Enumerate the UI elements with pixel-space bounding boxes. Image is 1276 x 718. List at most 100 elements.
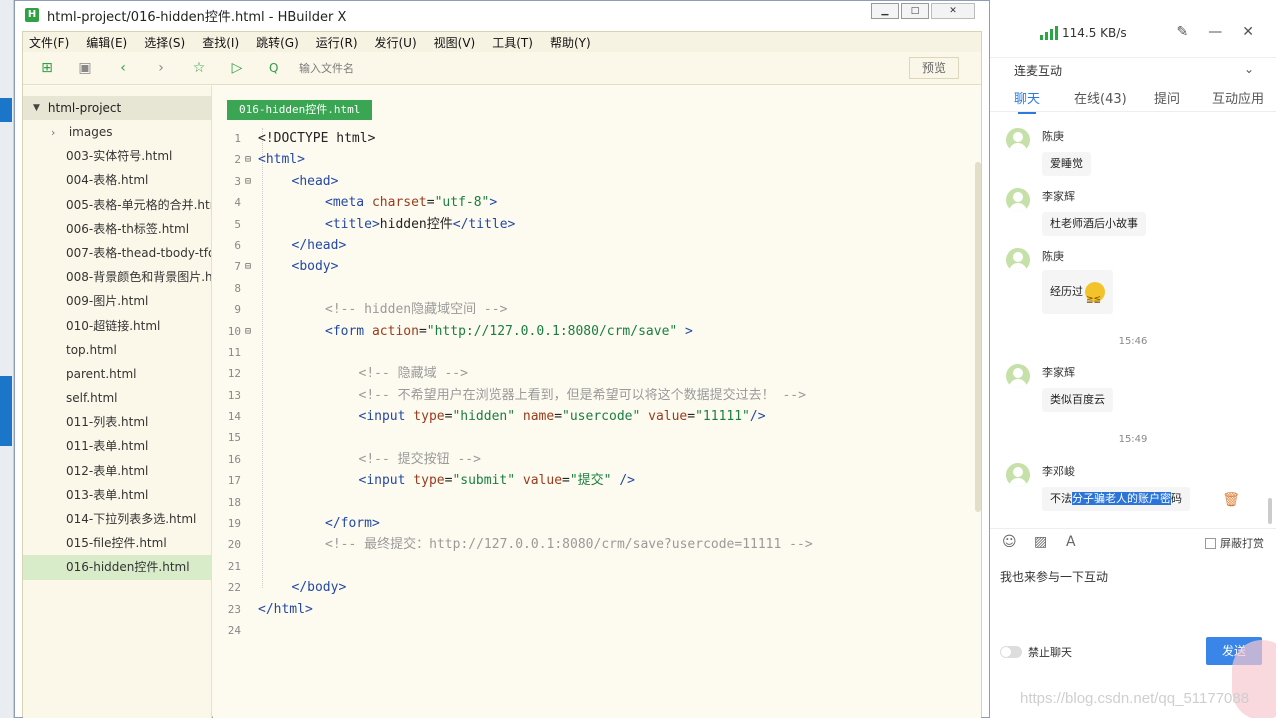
code-area[interactable]: 1 <!DOCTYPE html> 2 ⊟ <html> 3 ⊟ <head> 4 <meta c…: [213, 128, 973, 641]
chat-scrollbar[interactable]: [1268, 498, 1272, 524]
code-line[interactable]: 7 ⊟ <body>: [213, 256, 973, 277]
file-item[interactable]: 011-列表.html: [23, 410, 211, 434]
menu-goto[interactable]: 跳转(G): [256, 34, 299, 51]
code-line[interactable]: 11: [213, 342, 973, 363]
code-token: =: [562, 473, 570, 489]
chat-section-header[interactable]: 连麦互动 ⌄: [990, 58, 1276, 82]
file-item[interactable]: 005-表格-单元格的合并.html: [23, 193, 211, 217]
line-number: 8: [234, 281, 241, 295]
code-token: "usercode": [562, 409, 649, 425]
file-item[interactable]: 010-超链接.html: [23, 314, 211, 338]
code-line[interactable]: 1 <!DOCTYPE html>: [213, 128, 973, 149]
code-line[interactable]: 17 <input type="submit" value="提交" />: [213, 470, 973, 491]
editor-scrollbar[interactable]: [975, 162, 981, 512]
menu-edit[interactable]: 编辑(E): [86, 34, 127, 51]
code-editor[interactable]: 016-hidden控件.html 1 <!DOCTYPE html> 2 ⊟ <htm…: [213, 86, 981, 718]
image-icon[interactable]: ▨: [1034, 534, 1047, 550]
menu-view[interactable]: 视图(V): [434, 34, 476, 51]
code-token: </body>: [291, 580, 347, 596]
star-icon[interactable]: ☆: [191, 60, 207, 76]
code-line[interactable]: 10 ⊟ <form action="http://127.0.0.1:8080/c…: [213, 321, 973, 342]
file-item[interactable]: 015-file控件.html: [23, 531, 211, 555]
menu-help[interactable]: 帮助(Y): [550, 34, 591, 51]
chat-input[interactable]: 我也来参与一下互动: [1000, 568, 1108, 585]
code-line[interactable]: 16 <!-- 提交按钮 -->: [213, 449, 973, 470]
code-line[interactable]: 24: [213, 620, 973, 641]
menu-find[interactable]: 查找(I): [202, 34, 239, 51]
code-line[interactable]: 20 <!-- 最终提交：http://127.0.0.1:8080/crm/sa…: [213, 534, 973, 555]
sender-name: 李邓峻: [1042, 465, 1075, 478]
font-icon[interactable]: A: [1066, 534, 1076, 550]
new-file-icon[interactable]: ⊞: [39, 60, 55, 76]
code-line[interactable]: 22 </body>: [213, 577, 973, 598]
menu-tools[interactable]: 工具(T): [492, 34, 533, 51]
preview-button[interactable]: 预览: [909, 57, 959, 79]
code-line[interactable]: 2 ⊟ <html>: [213, 149, 973, 170]
fold-toggle-icon[interactable]: ⊟: [245, 321, 251, 342]
file-item[interactable]: 011-表单.html: [23, 434, 211, 458]
close-icon[interactable]: ✕: [1242, 24, 1254, 40]
forward-icon[interactable]: ›: [153, 60, 169, 76]
block-gifts-toggle[interactable]: 屏蔽打赏: [1205, 535, 1264, 551]
fold-toggle-icon[interactable]: ⊟: [245, 149, 251, 170]
code-line[interactable]: 12 <!-- 隐藏域 -->: [213, 363, 973, 384]
file-item[interactable]: 016-hidden控件.html: [23, 555, 211, 580]
file-item[interactable]: 008-背景颜色和背景图片.html: [23, 265, 211, 289]
tab-active-file[interactable]: 016-hidden控件.html: [227, 100, 373, 120]
code-line[interactable]: 21: [213, 556, 973, 577]
minimize-icon[interactable]: —: [1208, 24, 1222, 40]
code-line[interactable]: 19 </form>: [213, 513, 973, 534]
tab-questions[interactable]: 提问: [1154, 88, 1180, 107]
code-line[interactable]: 18: [213, 492, 973, 513]
checkbox[interactable]: [1205, 537, 1216, 549]
toggle-switch[interactable]: [1000, 646, 1022, 658]
menu-select[interactable]: 选择(S): [144, 34, 185, 51]
tab-online[interactable]: 在线(43): [1074, 88, 1127, 107]
line-number: 15: [227, 431, 241, 445]
maximize-button[interactable]: □: [901, 3, 929, 19]
file-item[interactable]: 013-表单.html: [23, 483, 211, 507]
file-item[interactable]: self.html: [23, 386, 211, 410]
file-item[interactable]: 007-表格-thead-tbody-tfoot: [23, 241, 211, 265]
file-item[interactable]: parent.html: [23, 362, 211, 386]
mute-chat-toggle[interactable]: 禁止聊天: [1000, 644, 1072, 660]
code-line[interactable]: 6 </head>: [213, 235, 973, 256]
file-item[interactable]: 006-表格-th标签.html: [23, 217, 211, 241]
file-item[interactable]: 004-表格.html: [23, 168, 211, 192]
fold-toggle-icon[interactable]: ⊟: [245, 171, 251, 192]
emoji-icon[interactable]: ☺: [1002, 534, 1017, 550]
file-item[interactable]: 014-下拉列表多选.html: [23, 507, 211, 531]
code-line[interactable]: 14 <input type="hidden" name="usercode" v…: [213, 406, 973, 427]
line-number: 2: [234, 153, 241, 167]
tab-chat[interactable]: 聊天: [1014, 88, 1040, 114]
code-line[interactable]: 15: [213, 427, 973, 448]
code-line[interactable]: 13 <!-- 不希望用户在浏览器上看到，但是希望可以将这个数据提交过去！ -->: [213, 385, 973, 406]
code-token: <title>: [325, 216, 380, 232]
project-root[interactable]: ▼ html-project: [23, 96, 211, 120]
code-line[interactable]: 9 <!-- hidden隐藏域空间 -->: [213, 299, 973, 320]
code-line[interactable]: 3 ⊟ <head>: [213, 171, 973, 192]
file-item[interactable]: 009-图片.html: [23, 289, 211, 313]
trash-icon[interactable]: 🗑: [1222, 492, 1240, 508]
pin-icon[interactable]: ✎: [1177, 24, 1189, 40]
tab-interactive-apps[interactable]: 互动应用: [1212, 88, 1264, 107]
menu-publish[interactable]: 发行(U): [375, 34, 417, 51]
code-line[interactable]: 8: [213, 278, 973, 299]
folder-images[interactable]: › images: [23, 120, 211, 144]
code-line[interactable]: 5 <title>hidden控件</title>: [213, 214, 973, 235]
file-item[interactable]: 012-表单.html: [23, 459, 211, 483]
code-line[interactable]: 23 </html>: [213, 599, 973, 620]
file-search[interactable]: Q 输入文件名: [269, 57, 899, 79]
fold-toggle-icon[interactable]: ⊟: [245, 256, 251, 277]
menu-run[interactable]: 运行(R): [316, 34, 358, 51]
file-item[interactable]: 003-实体符号.html: [23, 144, 211, 168]
back-icon[interactable]: ‹: [115, 60, 131, 76]
code-token: <!-- 隐藏域 -->: [358, 366, 468, 382]
close-button[interactable]: ✕: [931, 3, 975, 19]
run-icon[interactable]: ▷: [229, 60, 245, 76]
save-icon[interactable]: ▣: [77, 60, 93, 76]
code-line[interactable]: 4 <meta charset="utf-8">: [213, 192, 973, 213]
file-item[interactable]: top.html: [23, 338, 211, 362]
minimize-button[interactable]: ▁: [871, 3, 899, 19]
menu-file[interactable]: 文件(F): [29, 34, 69, 51]
